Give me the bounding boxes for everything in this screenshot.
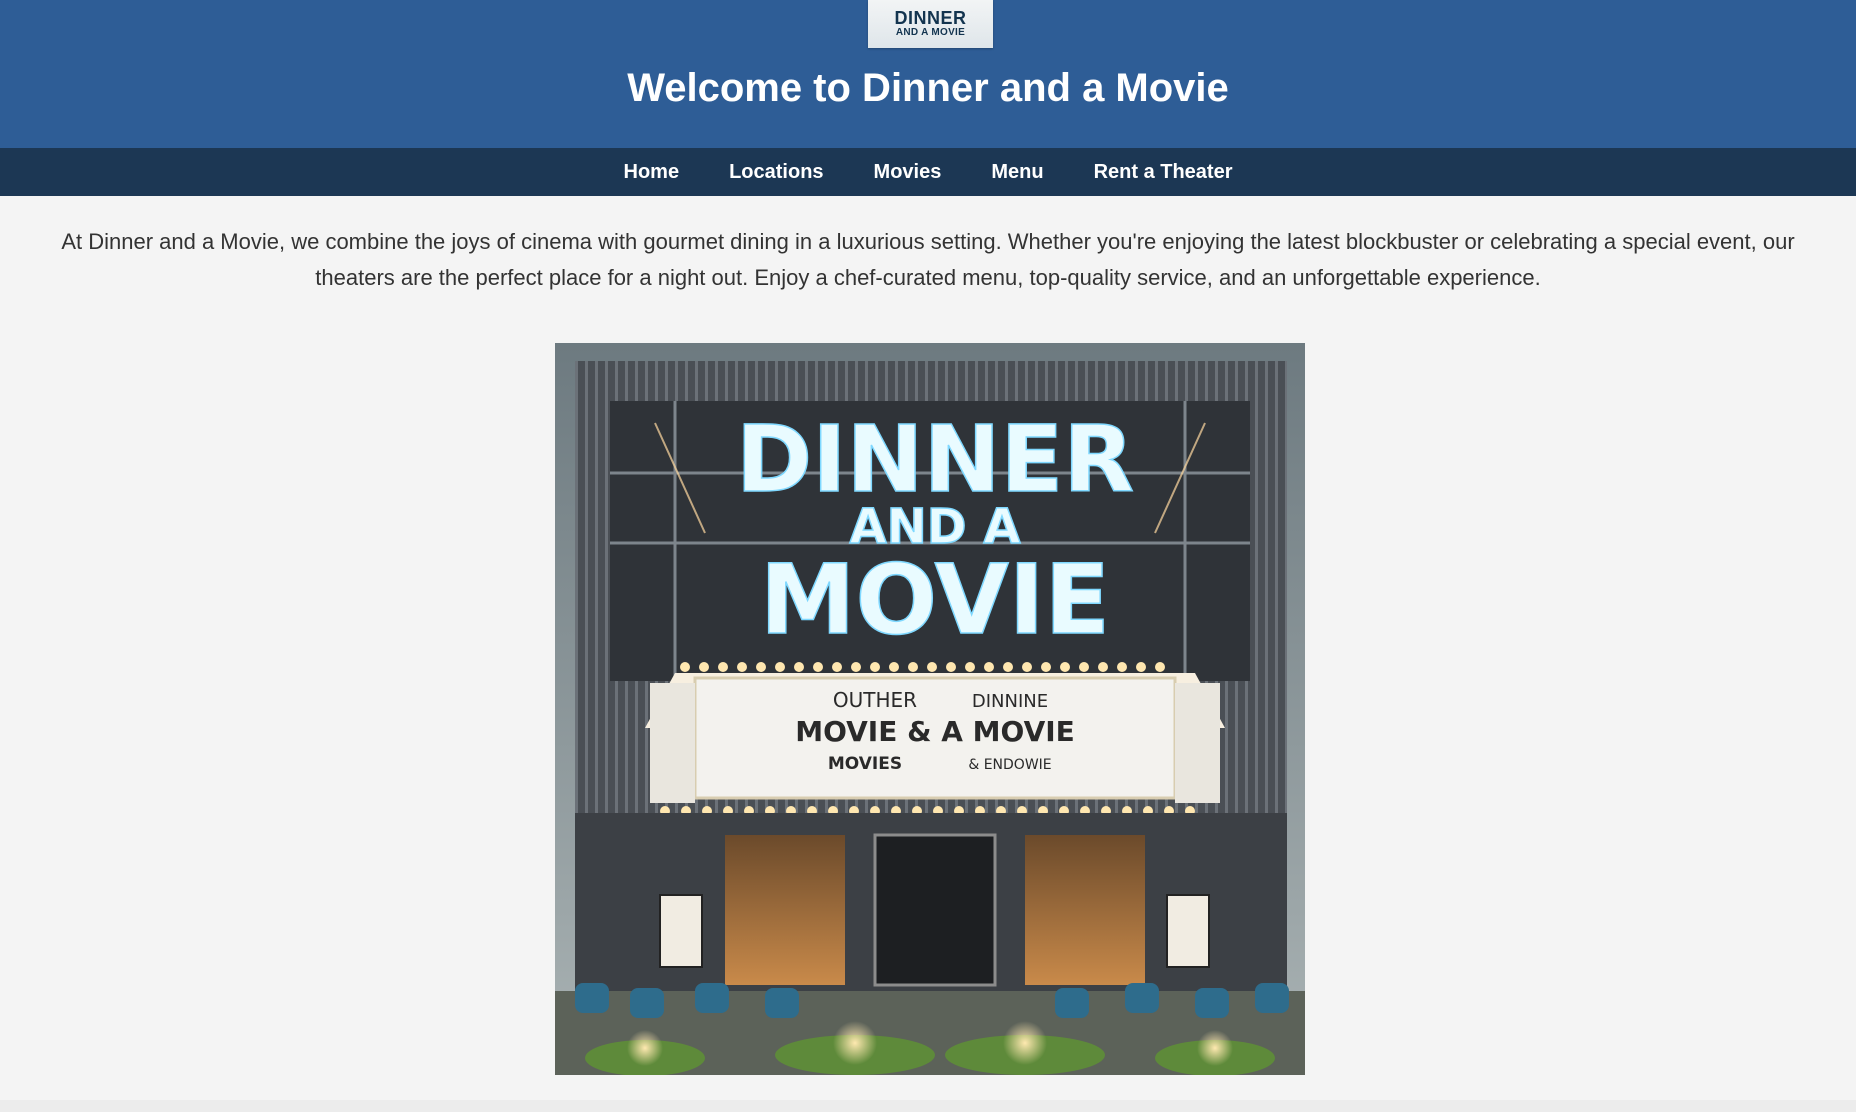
intro-paragraph: At Dinner and a Movie, we combine the jo… xyxy=(61,229,1795,290)
bulb xyxy=(908,662,918,672)
bulb xyxy=(1079,662,1089,672)
bulb xyxy=(889,662,899,672)
bulb xyxy=(718,662,728,672)
marquee-left-wing xyxy=(650,683,695,803)
marquee-row-1a: OUTHER xyxy=(833,688,917,712)
nav-rent-a-theater[interactable]: Rent a Theater xyxy=(1094,148,1233,196)
nav-home[interactable]: Home xyxy=(624,148,680,196)
marquee-row-2: MOVIE & A MOVIE xyxy=(795,715,1075,748)
poster-left xyxy=(659,894,703,968)
nav-locations[interactable]: Locations xyxy=(729,148,823,196)
bulb xyxy=(1098,662,1108,672)
bulb xyxy=(870,662,880,672)
sign-line-1: DINNER xyxy=(736,406,1134,513)
logo-line-2: AND A MOVIE xyxy=(895,26,966,38)
bulb xyxy=(775,662,785,672)
footer-divider xyxy=(0,1100,1856,1112)
bulb xyxy=(756,662,766,672)
bulb xyxy=(1041,662,1051,672)
bulb xyxy=(1136,662,1146,672)
window-right xyxy=(1025,835,1145,985)
main-nav: Home Locations Movies Menu Rent a Theate… xyxy=(0,148,1856,196)
bulb xyxy=(1022,662,1032,672)
marquee-right-wing xyxy=(1175,683,1220,803)
marquee-row-3a: MOVIES xyxy=(828,754,902,774)
bulb xyxy=(680,662,690,672)
bulb xyxy=(794,662,804,672)
bulb xyxy=(1155,662,1165,672)
bulb xyxy=(984,662,994,672)
page-title: Welcome to Dinner and a Movie xyxy=(627,66,1229,110)
bulb xyxy=(946,662,956,672)
entrance-doors xyxy=(873,833,997,987)
sign-line-3: MOVIE xyxy=(760,544,1110,656)
poster-right xyxy=(1166,894,1210,968)
bulb xyxy=(1003,662,1013,672)
bulb xyxy=(737,662,747,672)
bulb xyxy=(813,662,823,672)
nav-menu[interactable]: Menu xyxy=(991,148,1043,196)
marquee-row-3b: & ENDOWIE xyxy=(968,757,1051,773)
site-logo[interactable]: DINNER AND A MOVIE xyxy=(868,0,993,48)
bulb xyxy=(965,662,975,672)
hero-theater-image: DINNER AND A MOVIE OUTHER DINNINE MOVIE … xyxy=(555,343,1305,1075)
bulb xyxy=(699,662,709,672)
bulb xyxy=(1060,662,1070,672)
marquee-row-1b: DINNINE xyxy=(972,691,1048,712)
bulb xyxy=(1117,662,1127,672)
logo-line-1: DINNER xyxy=(894,7,967,28)
window-left xyxy=(725,835,845,985)
bulb xyxy=(927,662,937,672)
bulb xyxy=(851,662,861,672)
bulb xyxy=(832,662,842,672)
nav-movies[interactable]: Movies xyxy=(874,148,942,196)
site-header: DINNER AND A MOVIE Welcome to Dinner and… xyxy=(0,0,1856,148)
